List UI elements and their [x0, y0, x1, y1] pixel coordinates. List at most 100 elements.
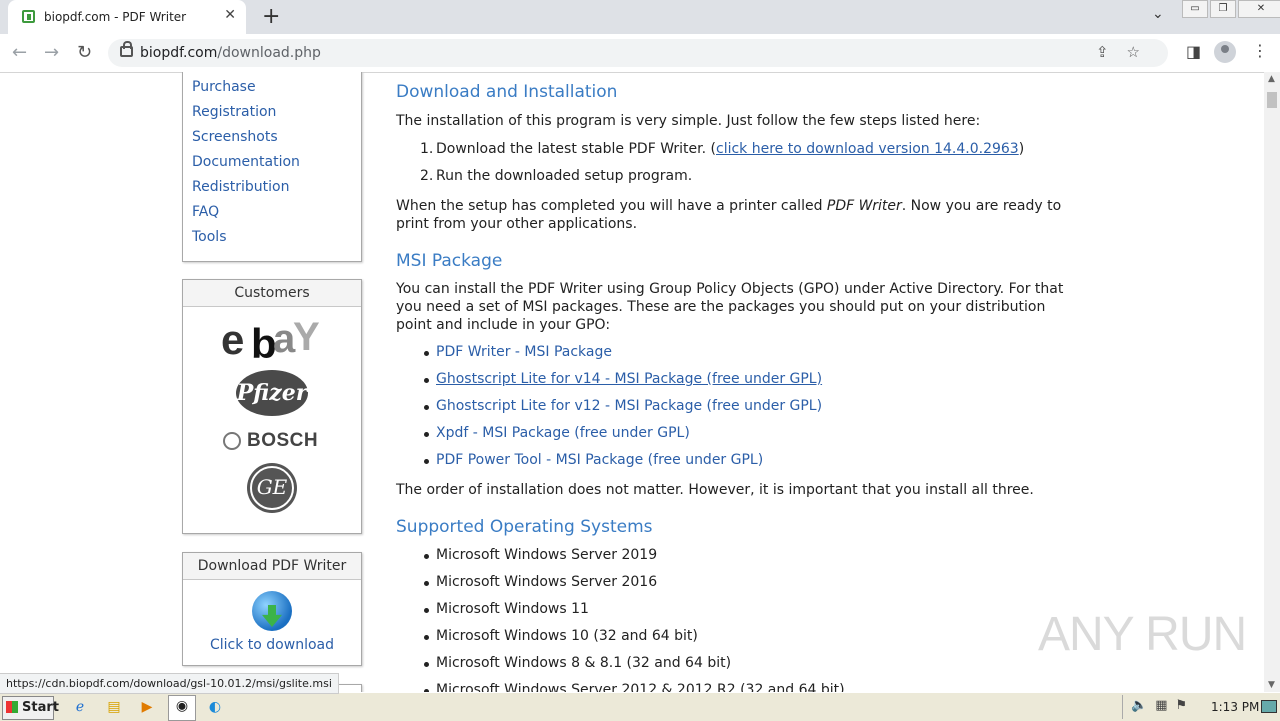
bullet-icon: [424, 581, 429, 586]
ge-logo: GE: [247, 463, 297, 513]
sidebar-nav-link[interactable]: Screenshots: [192, 129, 278, 145]
msi-package-link[interactable]: Ghostscript Lite for v12 - MSI Package (…: [436, 398, 822, 414]
sidebar-nav-link[interactable]: Tools: [192, 229, 227, 245]
file-explorer-icon[interactable]: ▤: [104, 697, 124, 717]
msi-order-note: The order of installation does not matte…: [396, 482, 1034, 498]
close-window-button[interactable]: ✕: [1238, 0, 1280, 18]
svg-text:Y: Y: [293, 316, 320, 359]
sidebar-nav-link[interactable]: Purchase: [192, 79, 256, 95]
install-intro: The installation of this program is very…: [396, 113, 981, 129]
start-button[interactable]: Start: [2, 696, 59, 720]
scroll-up-arrow-icon[interactable]: ▲: [1268, 74, 1275, 84]
url-text[interactable]: biopdf.com/download.php: [140, 45, 321, 61]
system-tray: 🔈▦⚑ 1:13 PM: [1122, 695, 1280, 719]
windows-flag-icon: [6, 701, 18, 713]
reload-icon[interactable]: ↻: [77, 42, 92, 63]
minimize-button[interactable]: ▭: [1182, 0, 1208, 18]
msi-package-link[interactable]: Xpdf - MSI Package (free under GPL): [436, 425, 690, 441]
sidebar-nav-item: Purchase: [192, 79, 300, 104]
os-name: Microsoft Windows Server 2012 & 2012 R2 …: [436, 682, 845, 692]
install-step-1: 1. Download the latest stable PDF Writer.…: [420, 141, 1025, 157]
bosch-ring-icon: [223, 432, 241, 450]
msi-list-item: Ghostscript Lite for v14 - MSI Package (…: [424, 371, 822, 387]
sidebar-nav-link[interactable]: Registration: [192, 104, 276, 120]
heading-download-installation: Download and Installation: [396, 82, 618, 102]
bullet-icon: [424, 459, 429, 464]
scroll-thumb[interactable]: [1267, 92, 1277, 108]
os-list-item: Microsoft Windows Server 2016: [424, 574, 657, 590]
sidebar-nav-list: Purchase Registration Screenshots Documenta…: [192, 79, 300, 254]
click-to-download-link[interactable]: Click to download: [183, 637, 361, 653]
link-status-bubble: https://cdn.biopdf.com/download/gsl-10.0…: [0, 673, 339, 694]
menu-kebab-icon[interactable]: ⋮: [1252, 41, 1268, 60]
scroll-down-arrow-icon[interactable]: ▼: [1268, 680, 1275, 690]
sidebar-nav-item: FAQ: [192, 204, 300, 229]
back-arrow-icon[interactable]: ←: [12, 42, 27, 63]
sidebar-nav-box: Purchase Registration Screenshots Documenta…: [182, 72, 362, 262]
os-list-item: Microsoft Windows 8 & 8.1 (32 and 64 bit…: [424, 655, 732, 671]
msi-package-link[interactable]: PDF Writer - MSI Package: [436, 344, 612, 360]
download-version-link[interactable]: click here to download version 14.4.0.29…: [716, 141, 1019, 157]
address-bar[interactable]: biopdf.com/download.php ⇪☆: [108, 39, 1168, 67]
ebay-logo: e b a Y: [221, 316, 320, 362]
download-globe-icon[interactable]: [252, 591, 292, 631]
profile-avatar-icon[interactable]: [1214, 41, 1236, 63]
os-list-item: Microsoft Windows 11: [424, 601, 589, 617]
msi-intro: You can install the PDF Writer using Gro…: [396, 281, 1064, 333]
anyrun-watermark: ANY RUN: [1038, 608, 1247, 661]
edge-icon[interactable]: ◐: [205, 697, 225, 717]
heading-msi-package: MSI Package: [396, 251, 503, 271]
windows-taskbar: Start ℯ ▤ ▶ ◉ ◐ 🔈▦⚑ 1:13 PM: [0, 692, 1280, 721]
page-scrollbar[interactable]: ▲ ▼: [1264, 72, 1280, 692]
bullet-icon: [424, 405, 429, 410]
action-center-flag-icon[interactable]: ⚑: [1175, 698, 1195, 713]
browser-toolbar: ← → ↻ biopdf.com/download.php ⇪☆ ◨ ⋮: [0, 34, 1280, 73]
volume-icon[interactable]: 🔈: [1131, 698, 1155, 713]
os-name: Microsoft Windows 8 & 8.1 (32 and 64 bit…: [436, 655, 732, 671]
customers-title: Customers: [183, 280, 361, 307]
media-player-icon[interactable]: ▶: [137, 697, 157, 717]
sidebar-nav-link[interactable]: FAQ: [192, 204, 219, 220]
msi-package-link[interactable]: Ghostscript Lite for v14 - MSI Package (…: [436, 371, 822, 387]
download-title: Download PDF Writer: [183, 553, 361, 580]
chrome-icon[interactable]: ◉: [168, 695, 196, 721]
sidebar-nav-item: Documentation: [192, 154, 300, 179]
sidebar-nav-link[interactable]: Documentation: [192, 154, 300, 170]
lock-icon[interactable]: [120, 41, 133, 57]
os-name: Microsoft Windows 11: [436, 601, 589, 617]
msi-package-link[interactable]: PDF Power Tool - MSI Package (free under…: [436, 452, 763, 468]
install-step-2: 2. Run the downloaded setup program.: [420, 168, 693, 184]
os-list-item: Microsoft Windows Server 2019: [424, 547, 658, 563]
install-after-text: When the setup has completed you will ha…: [396, 198, 1062, 232]
restore-button[interactable]: ❐: [1210, 0, 1236, 18]
show-desktop-icon[interactable]: [1261, 700, 1277, 713]
os-list-item: Microsoft Windows 10 (32 and 64 bit): [424, 628, 698, 644]
tab-title: biopdf.com - PDF Writer: [44, 10, 187, 24]
bullet-icon: [424, 432, 429, 437]
side-panel-icon[interactable]: ◨: [1186, 42, 1201, 61]
forward-arrow-icon[interactable]: →: [44, 42, 59, 63]
tab-search-chevron-icon[interactable]: ⌄: [1152, 6, 1164, 22]
browser-tab[interactable]: biopdf.com - PDF Writer ✕: [8, 0, 246, 34]
new-tab-button[interactable]: +: [262, 4, 280, 29]
tab-close-icon[interactable]: ✕: [224, 7, 236, 23]
download-box: Download PDF Writer Click to download: [182, 552, 362, 666]
browser-tab-bar: biopdf.com - PDF Writer ✕ + ⌄ ▭ ❐ ✕: [0, 0, 1280, 34]
svg-text:e: e: [221, 316, 243, 362]
network-icon[interactable]: ▦: [1155, 698, 1175, 713]
msi-list-item: Ghostscript Lite for v12 - MSI Package (…: [424, 398, 822, 414]
share-icon[interactable]: ⇪: [1096, 43, 1127, 61]
msi-list-item: Xpdf - MSI Package (free under GPL): [424, 425, 690, 441]
msi-list-item: PDF Writer - MSI Package: [424, 344, 612, 360]
os-list-item: Microsoft Windows Server 2012 & 2012 R2 …: [424, 682, 845, 692]
ie-icon[interactable]: ℯ: [70, 697, 90, 717]
bookmark-star-icon[interactable]: ☆: [1127, 43, 1158, 61]
bullet-icon: [424, 378, 429, 383]
taskbar-clock[interactable]: 1:13 PM: [1211, 700, 1259, 714]
os-name: Microsoft Windows Server 2019: [436, 547, 658, 563]
bullet-icon: [424, 554, 429, 559]
msi-list-item: PDF Power Tool - MSI Package (free under…: [424, 452, 763, 468]
bullet-icon: [424, 351, 429, 356]
sidebar-nav-link[interactable]: Redistribution: [192, 179, 290, 195]
heading-supported-os: Supported Operating Systems: [396, 517, 653, 537]
